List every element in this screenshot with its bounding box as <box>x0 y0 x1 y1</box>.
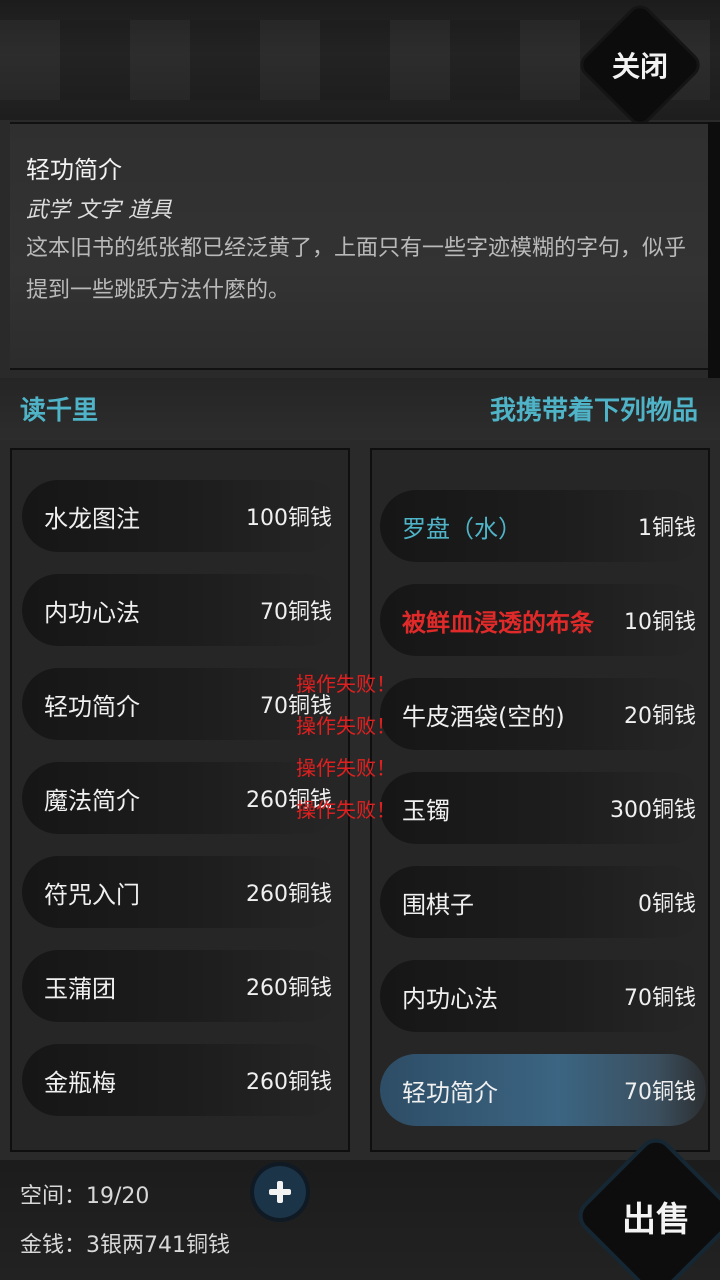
shop-item-name: 金瓶梅 <box>44 1068 116 1097</box>
shop-item-row[interactable]: 玉蒲团 260铜钱 <box>22 950 342 1022</box>
inventory-item-row[interactable]: 围棋子 0铜钱 <box>380 866 706 938</box>
shop-item-row[interactable]: 金瓶梅 260铜钱 <box>22 1044 342 1116</box>
inventory-item-price: 10铜钱 <box>624 610 696 635</box>
inventory-item-price: 20铜钱 <box>624 704 696 729</box>
close-button[interactable]: 关闭 <box>597 22 683 108</box>
inventory-item-price: 70铜钱 <box>624 1080 696 1105</box>
shop-name: 读千里 <box>20 396 99 426</box>
shop-item-name: 符咒入门 <box>44 880 140 909</box>
inventory-item-name: 玉镯 <box>402 796 450 825</box>
shop-item-price: 260铜钱 <box>246 1070 332 1095</box>
money-balance: 金钱：3银两741铜钱 <box>20 1233 230 1258</box>
inventory-item-list[interactable]: 罗盘（水） 1铜钱 被鲜血浸透的布条 10铜钱 牛皮酒袋(空的) 20铜钱 玉镯… <box>370 448 710 1152</box>
shop-item-price: 100铜钱 <box>246 506 332 531</box>
inventory-item-name: 轻功简介 <box>402 1078 498 1107</box>
panel-edge <box>708 122 720 378</box>
inventory-item-row[interactable]: 牛皮酒袋(空的) 20铜钱 <box>380 678 706 750</box>
shop-item-price: 260铜钱 <box>246 882 332 907</box>
inventory-item-name: 罗盘（水） <box>402 514 522 543</box>
inventory-item-price: 70铜钱 <box>624 986 696 1011</box>
item-title: 轻功简介 <box>26 156 122 184</box>
shop-item-name: 内功心法 <box>44 598 140 627</box>
inventory-item-row[interactable]: 内功心法 70铜钱 <box>380 960 706 1032</box>
inventory-item-name: 牛皮酒袋(空的) <box>402 702 565 731</box>
error-toast: 操作失败！ <box>296 672 396 696</box>
inventory-item-price: 0铜钱 <box>638 892 696 917</box>
inventory-item-row[interactable]: 罗盘（水） 1铜钱 <box>380 490 706 562</box>
shop-item-row[interactable]: 水龙图注 100铜钱 <box>22 480 342 552</box>
shop-item-row[interactable]: 魔法简介 260铜钱 <box>22 762 342 834</box>
inventory-item-price: 300铜钱 <box>610 798 696 823</box>
shop-item-row[interactable]: 轻功简介 70铜钱 <box>22 668 342 740</box>
shop-item-name: 轻功简介 <box>44 692 140 721</box>
inventory-item-row-selected[interactable]: 轻功简介 70铜钱 <box>380 1054 706 1126</box>
item-description: 这本旧书的纸张都已经泛黄了，上面只有一些字迹模糊的字句，似乎提到一些跳跃方法什麽… <box>26 236 687 303</box>
shop-item-name: 魔法简介 <box>44 786 140 815</box>
shop-item-row[interactable]: 内功心法 70铜钱 <box>22 574 342 646</box>
inventory-item-price: 1铜钱 <box>638 516 696 541</box>
item-tags: 武学 文字 道具 <box>26 198 172 223</box>
shop-item-name: 水龙图注 <box>44 504 140 533</box>
inventory-item-name: 被鲜血浸透的布条 <box>402 608 594 637</box>
shop-item-price: 70铜钱 <box>260 600 332 625</box>
shop-item-name: 玉蒲团 <box>44 974 116 1003</box>
sell-button[interactable]: 出售 <box>600 1160 712 1272</box>
inventory-item-name: 围棋子 <box>402 890 474 919</box>
shop-item-price: 260铜钱 <box>246 976 332 1001</box>
plus-icon <box>269 1181 291 1203</box>
expand-space-button[interactable] <box>254 1166 306 1218</box>
error-toast: 操作失败！ <box>296 756 396 780</box>
inventory-item-row[interactable]: 玉镯 300铜钱 <box>380 772 706 844</box>
inventory-item-row[interactable]: 被鲜血浸透的布条 10铜钱 <box>380 584 706 656</box>
inventory-space: 空间：19/20 <box>20 1184 150 1209</box>
inventory-title: 我携带着下列物品 <box>489 396 698 426</box>
item-description-panel: 轻功简介 武学 文字 道具 这本旧书的纸张都已经泛黄了，上面只有一些字迹模糊的字… <box>10 122 708 370</box>
inventory-item-name: 内功心法 <box>402 984 498 1013</box>
error-toast: 操作失败！ <box>296 714 396 738</box>
shop-item-row[interactable]: 符咒入门 260铜钱 <box>22 856 342 928</box>
error-toast: 操作失败！ <box>296 798 396 822</box>
